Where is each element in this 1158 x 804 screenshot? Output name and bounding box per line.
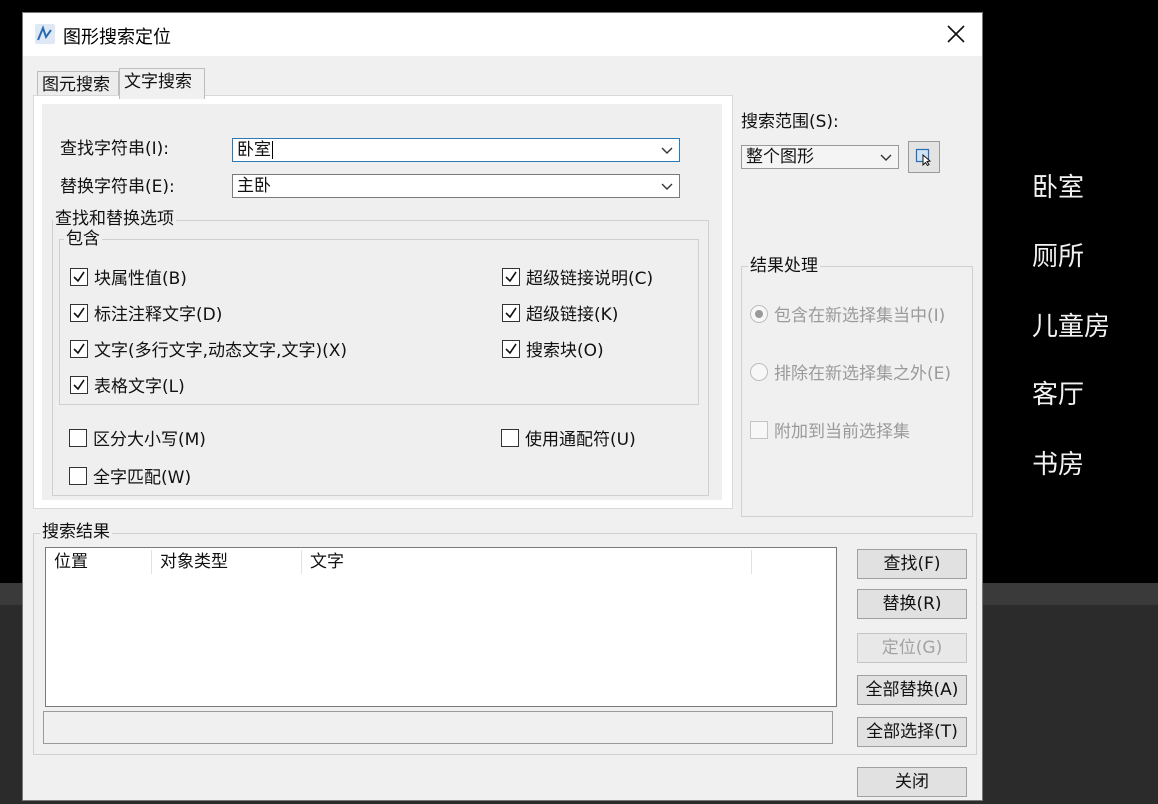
find-button[interactable]: 查找(F) (857, 549, 967, 579)
checkbox-checked-icon[interactable] (502, 267, 520, 286)
replace-string-label: 替换字符串(E): (60, 177, 175, 197)
search-results-title: 搜索结果 (40, 522, 112, 542)
pick-objects-button[interactable] (908, 141, 940, 173)
find-string-value: 卧室 (237, 140, 271, 160)
checkbox-label: 超级链接(K) (526, 305, 619, 325)
checkbox-table-text[interactable]: 表格文字(L) (70, 372, 185, 397)
checkbox-whole-word[interactable]: 全字匹配(W) (69, 463, 191, 488)
checkbox-label: 文字(多行文字,动态文字,文字)(X) (94, 341, 347, 361)
tab-entity-search[interactable]: 图元搜索 (37, 71, 119, 97)
canvas-text-toilet[interactable]: 厕所 (1032, 236, 1084, 273)
checkbox-label: 搜索块(O) (526, 341, 604, 361)
chevron-down-icon[interactable] (880, 149, 892, 165)
locate-button[interactable]: 定位(G) (857, 633, 967, 663)
select-all-button[interactable]: 全部选择(T) (857, 717, 967, 747)
canvas-text-study[interactable]: 书房 (1032, 444, 1084, 481)
replace-string-combo[interactable]: 主卧 (232, 174, 680, 198)
column-header-object-type[interactable]: 对象类型 (152, 550, 302, 574)
text-search-pane: 查找字符串(I): 卧室 替换字符串(E): 主卧 查找和替换选项 包含 块属性… (33, 95, 733, 509)
checkbox-label: 标注注释文字(D) (94, 305, 223, 325)
replace-button[interactable]: 替换(R) (857, 589, 967, 619)
checkbox-label: 表格文字(L) (94, 377, 185, 397)
column-header-text[interactable]: 文字 (302, 550, 752, 574)
find-string-combo[interactable]: 卧室 (232, 138, 680, 162)
find-string-label: 查找字符串(I): (60, 139, 170, 159)
result-handling-title: 结果处理 (748, 256, 820, 276)
checkbox-label: 块属性值(B) (94, 269, 187, 289)
checkbox-text-types[interactable]: 文字(多行文字,动态文字,文字)(X) (70, 336, 347, 361)
find-replace-options-title: 查找和替换选项 (53, 209, 176, 229)
checkbox-label: 超级链接说明(C) (526, 269, 654, 289)
radio-exclude-new-set[interactable]: 排除在新选择集之外(E) (750, 359, 951, 384)
text-caret (272, 141, 273, 159)
tab-text-search[interactable]: 文字搜索 (119, 68, 205, 99)
checkbox-checked-icon[interactable] (70, 375, 88, 394)
dialog-title: 图形搜索定位 (63, 27, 171, 48)
checkbox-label: 使用通配符(U) (525, 430, 636, 450)
checkbox-append-current-set[interactable]: 附加到当前选择集 (750, 417, 910, 442)
checkbox-unchecked-icon[interactable] (69, 428, 87, 447)
checkbox-search-block[interactable]: 搜索块(O) (502, 336, 604, 361)
canvas-text-bedroom[interactable]: 卧室 (1032, 167, 1084, 204)
include-group: 包含 块属性值(B) 超级链接说明(C) 标注注释文字(D) 超级链接(K) 文… (59, 230, 699, 405)
canvas-text-living-room[interactable]: 客厅 (1032, 374, 1084, 411)
app-icon (35, 24, 55, 44)
close-button[interactable]: 关闭 (857, 767, 967, 797)
column-header-location[interactable]: 位置 (46, 550, 152, 574)
include-title: 包含 (64, 229, 102, 249)
checkbox-dimension-text[interactable]: 标注注释文字(D) (70, 300, 222, 325)
radio-unselected-icon[interactable] (750, 362, 768, 381)
checkbox-checked-icon[interactable] (70, 339, 88, 358)
search-scope-value: 整个图形 (746, 147, 814, 167)
replace-all-button[interactable]: 全部替换(A) (857, 675, 967, 705)
canvas-text-kids-room[interactable]: 儿童房 (1032, 306, 1110, 343)
text-search-content: 查找字符串(I): 卧室 替换字符串(E): 主卧 查找和替换选项 包含 块属性… (42, 104, 722, 500)
close-icon[interactable] (939, 19, 973, 49)
checkbox-wildcards[interactable]: 使用通配符(U) (501, 425, 636, 450)
result-handling-group: 结果处理 包含在新选择集当中(I) 排除在新选择集之外(E) 附加到当前选择集 (741, 257, 973, 517)
chevron-down-icon[interactable] (661, 178, 673, 194)
radio-label: 包含在新选择集当中(I) (774, 306, 946, 326)
checkbox-label: 区分大小写(M) (93, 430, 206, 450)
checkbox-label: 全字匹配(W) (93, 468, 192, 488)
radio-include-new-set[interactable]: 包含在新选择集当中(I) (750, 301, 945, 326)
search-scope-select[interactable]: 整个图形 (741, 145, 899, 169)
checkbox-unchecked-icon[interactable] (69, 466, 87, 485)
radio-selected-icon[interactable] (750, 304, 768, 323)
checkbox-hyperlink[interactable]: 超级链接(K) (502, 300, 618, 325)
radio-label: 排除在新选择集之外(E) (774, 364, 952, 384)
search-locate-dialog: 图形搜索定位 图元搜索 文字搜索 查找字符串(I): 卧室 替换字符串(E): … (22, 12, 983, 801)
checkbox-block-attr[interactable]: 块属性值(B) (70, 264, 187, 289)
checkbox-hyperlink-desc[interactable]: 超级链接说明(C) (502, 264, 653, 289)
chevron-down-icon[interactable] (661, 142, 673, 158)
checkbox-label: 附加到当前选择集 (774, 422, 910, 442)
select-objects-icon (915, 148, 932, 166)
title-bar[interactable]: 图形搜索定位 (23, 13, 982, 56)
checkbox-checked-icon[interactable] (70, 267, 88, 286)
checkbox-checked-icon[interactable] (70, 303, 88, 322)
checkbox-checked-icon[interactable] (502, 303, 520, 322)
search-scope-label: 搜索范围(S): (741, 112, 839, 132)
checkbox-checked-icon[interactable] (502, 339, 520, 358)
search-results-list[interactable]: 位置 对象类型 文字 (45, 547, 837, 707)
replace-string-value: 主卧 (237, 176, 271, 196)
checkbox-unchecked-icon[interactable] (750, 420, 768, 439)
find-replace-options-group: 查找和替换选项 包含 块属性值(B) 超级链接说明(C) 标注注释文字(D) 超… (52, 210, 709, 496)
checkbox-unchecked-icon[interactable] (501, 428, 519, 447)
checkbox-match-case[interactable]: 区分大小写(M) (69, 425, 206, 450)
status-field (43, 711, 833, 744)
